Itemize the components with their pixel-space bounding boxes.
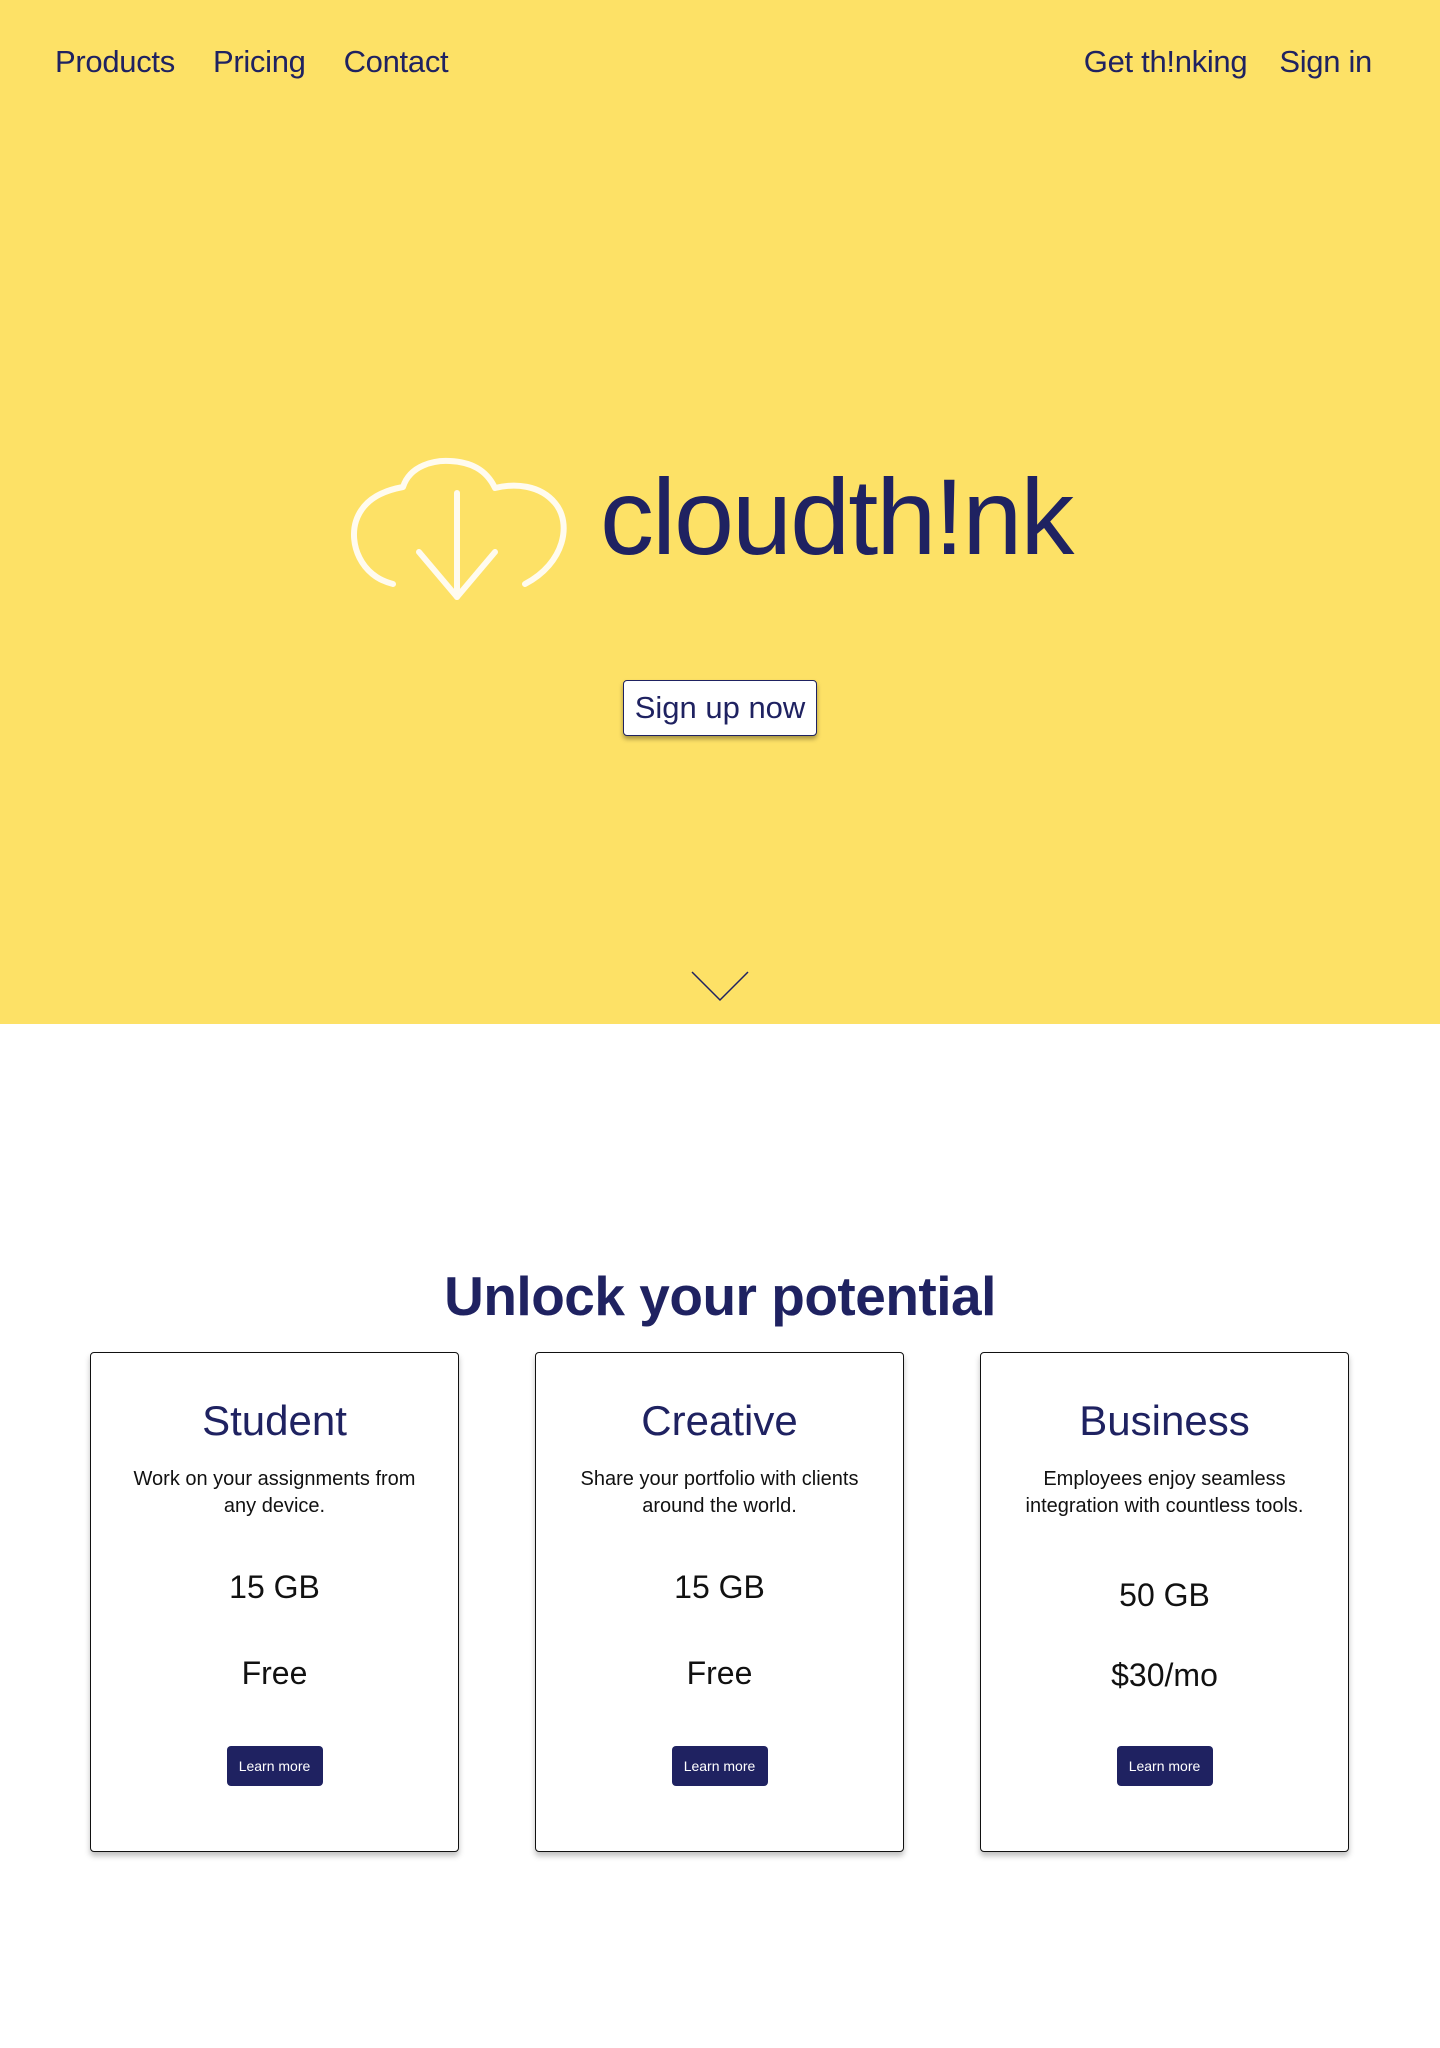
learn-more-button[interactable]: Learn more <box>1116 1746 1213 1786</box>
nav-link-pricing[interactable]: Pricing <box>213 44 306 80</box>
sign-up-button[interactable]: Sign up now <box>623 680 817 736</box>
plan-card-business: Business Employees enjoy seamless integr… <box>980 1352 1349 1852</box>
plan-card-student: Student Work on your assignments from an… <box>90 1352 459 1852</box>
learn-more-button[interactable]: Learn more <box>226 1746 323 1786</box>
plan-price: $30/mo <box>1111 1657 1218 1693</box>
nav-link-get-thinking[interactable]: Get th!nking <box>1084 44 1248 80</box>
hero-section: Products Pricing Contact Get th!nking Si… <box>0 0 1440 1024</box>
primary-nav: Products Pricing Contact <box>55 44 449 80</box>
nav-link-contact[interactable]: Contact <box>344 44 449 80</box>
plan-storage: 15 GB <box>229 1569 320 1605</box>
learn-more-button[interactable]: Learn more <box>671 1746 768 1786</box>
account-nav: Get th!nking Sign in <box>1084 44 1373 80</box>
cloud-download-icon <box>350 457 567 600</box>
section-title: Unlock your potential <box>444 1264 996 1327</box>
plan-description: Share your portfolio with clients around… <box>580 1468 859 1517</box>
plan-price: Free <box>241 1655 308 1691</box>
plan-price: Free <box>686 1655 753 1691</box>
plan-description: Employees enjoy seamless integration wit… <box>1025 1468 1304 1517</box>
nav-link-sign-in[interactable]: Sign in <box>1279 44 1372 80</box>
plan-name: Creative <box>641 1397 798 1444</box>
brand-logo-text: cloudth!nk <box>600 456 1074 577</box>
plan-name: Student <box>202 1397 347 1444</box>
plan-storage: 50 GB <box>1119 1577 1210 1613</box>
chevron-down-icon[interactable] <box>690 970 750 1004</box>
nav-link-products[interactable]: Products <box>55 44 175 80</box>
plan-storage: 15 GB <box>674 1569 765 1605</box>
plan-name: Business <box>1079 1397 1250 1444</box>
plan-card-creative: Creative Share your portfolio with clien… <box>535 1352 904 1852</box>
plan-description: Work on your assignments from any device… <box>133 1468 416 1517</box>
